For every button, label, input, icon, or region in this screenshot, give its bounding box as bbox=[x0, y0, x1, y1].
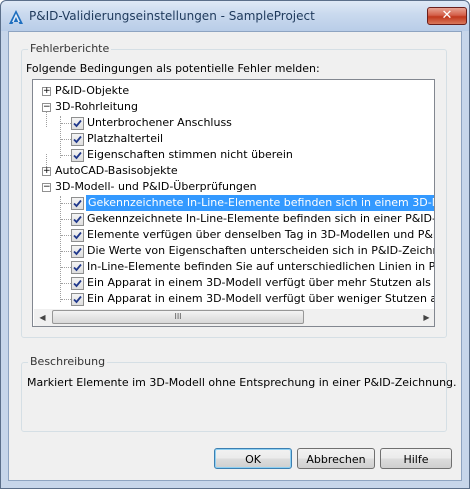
description-text: Markiert Elemente im 3D-Modell ohne Ents… bbox=[27, 376, 457, 389]
dialog-window: P&ID-Validierungseinstellungen - SampleP… bbox=[0, 0, 470, 489]
tree-node-label: P&ID-Objekte bbox=[55, 84, 130, 97]
title-bar[interactable]: P&ID-Validierungseinstellungen - SampleP… bbox=[1, 1, 469, 31]
tree-node-pid-objects[interactable]: + P&ID-Objekte bbox=[33, 83, 434, 99]
ok-button[interactable]: OK bbox=[214, 448, 292, 469]
tree-node-fewer-nozzles[interactable]: Ein Apparat in einem 3D-Modell verfügt ü… bbox=[33, 291, 434, 307]
scroll-right-icon[interactable]: ▶ bbox=[418, 309, 434, 326]
checkbox-checked-icon[interactable] bbox=[71, 117, 84, 130]
autocad-app-icon bbox=[9, 10, 23, 24]
tree-node-autocad-base-objects[interactable]: + AutoCAD-Basisobjekte bbox=[33, 163, 434, 179]
tree-node-inline-different-lines[interactable]: In-Line-Elemente befinden Sie auf unters… bbox=[33, 259, 434, 275]
tree-node-label: Gekennzeichnete In-Line-Elemente befinde… bbox=[87, 212, 434, 225]
tree-node-placeholder-part[interactable]: Platzhalterteil bbox=[33, 131, 434, 147]
error-reports-instruction: Folgende Bedingungen als potentielle Feh… bbox=[26, 62, 320, 75]
tree-node-property-values-differ[interactable]: Die Werte von Eigenschaften unterscheide… bbox=[33, 243, 434, 259]
collapse-icon[interactable]: − bbox=[42, 103, 51, 112]
tree-horizontal-scrollbar[interactable]: ◀ III ▶ bbox=[34, 309, 434, 326]
tree-node-label: Elemente verfügen über denselben Tag in … bbox=[87, 228, 434, 241]
tree-node-label: In-Line-Elemente befinden Sie auf unters… bbox=[87, 260, 435, 273]
close-button[interactable]: ✕ bbox=[427, 7, 467, 25]
tree-node-3d-pid-checks[interactable]: − 3D-Modell- und P&ID-Überprüfungen bbox=[33, 179, 434, 195]
checkbox-checked-icon[interactable] bbox=[71, 197, 84, 210]
tree-node-label: 3D-Modell- und P&ID-Überprüfungen bbox=[55, 180, 257, 193]
tree-node-label: Die Werte von Eigenschaften unterscheide… bbox=[87, 244, 434, 257]
description-group: Beschreibung bbox=[21, 355, 447, 432]
error-reports-legend: Fehlerberichte bbox=[28, 42, 112, 55]
expand-icon[interactable]: + bbox=[42, 87, 51, 96]
cancel-button[interactable]: Abbrechen bbox=[297, 448, 375, 469]
tree-node-tagged-inline-in-3d[interactable]: Gekennzeichnete In-Line-Elemente befinde… bbox=[33, 195, 434, 211]
close-icon: ✕ bbox=[441, 8, 453, 23]
scroll-left-icon[interactable]: ◀ bbox=[34, 309, 51, 326]
tree-node-label: Platzhalterteil bbox=[87, 132, 164, 145]
tree-node-tagged-inline-in-pid[interactable]: Gekennzeichnete In-Line-Elemente befinde… bbox=[33, 211, 434, 227]
checkbox-checked-icon[interactable] bbox=[71, 133, 84, 146]
checkbox-checked-icon[interactable] bbox=[71, 277, 84, 290]
checkbox-checked-icon[interactable] bbox=[71, 261, 84, 274]
tree-node-label: Ein Apparat in einem 3D-Modell verfügt ü… bbox=[87, 276, 434, 289]
tree-node-more-nozzles[interactable]: Ein Apparat in einem 3D-Modell verfügt ü… bbox=[33, 275, 434, 291]
checkbox-checked-icon[interactable] bbox=[71, 213, 84, 226]
tree-node-label: Unterbrochener Anschluss bbox=[87, 116, 232, 129]
window-title: P&ID-Validierungseinstellungen - SampleP… bbox=[29, 9, 315, 23]
expand-icon[interactable]: + bbox=[42, 167, 51, 176]
help-button[interactable]: Hilfe bbox=[380, 448, 452, 469]
tree-node-broken-connection[interactable]: Unterbrochener Anschluss bbox=[33, 115, 434, 131]
tree-node-property-mismatch[interactable]: Eigenschaften stimmen nicht überein bbox=[33, 147, 434, 163]
checkbox-checked-icon[interactable] bbox=[71, 229, 84, 242]
collapse-icon[interactable]: − bbox=[42, 183, 51, 192]
tree-node-label: Ein Apparat in einem 3D-Modell verfügt ü… bbox=[87, 292, 434, 305]
tree-node-3d-piping[interactable]: − 3D-Rohrleitung bbox=[33, 99, 434, 115]
checkbox-checked-icon[interactable] bbox=[71, 293, 84, 306]
tree-node-label: Gekennzeichnete In-Line-Elemente befinde… bbox=[88, 196, 434, 209]
tree-node-same-tag[interactable]: Elemente verfügen über denselben Tag in … bbox=[33, 227, 434, 243]
error-conditions-tree[interactable]: + P&ID-Objekte − 3D-Rohrleitung Unterbro… bbox=[32, 79, 435, 327]
description-legend: Beschreibung bbox=[28, 355, 108, 368]
tree-node-label: 3D-Rohrleitung bbox=[55, 100, 138, 113]
checkbox-checked-icon[interactable] bbox=[71, 149, 84, 162]
tree-node-label: AutoCAD-Basisobjekte bbox=[55, 164, 178, 177]
scrollbar-thumb[interactable]: III bbox=[52, 310, 304, 324]
checkbox-checked-icon[interactable] bbox=[71, 245, 84, 258]
tree-node-label: Eigenschaften stimmen nicht überein bbox=[87, 148, 293, 161]
